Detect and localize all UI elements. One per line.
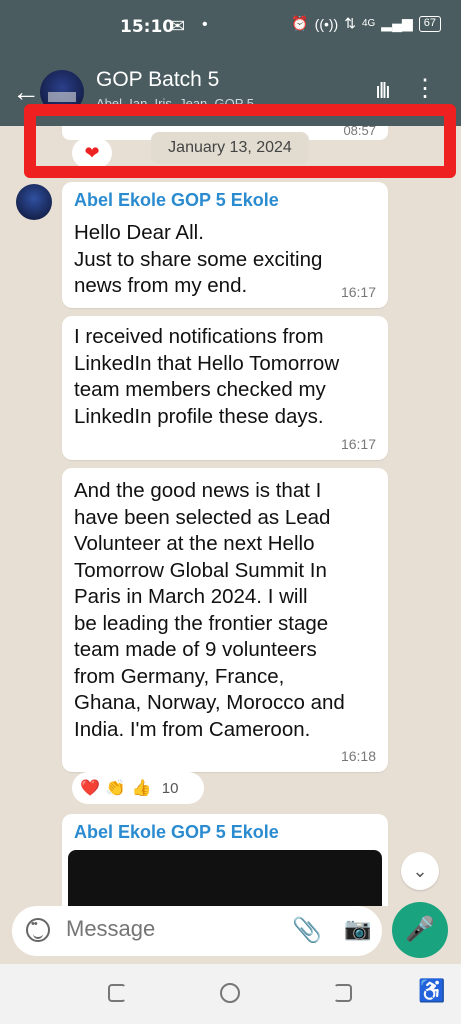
reaction-count: 10 [161,779,179,797]
alarm-icon: ⏰ [291,15,309,31]
accessibility-icon[interactable]: ♿ [418,978,445,1004]
red-highlight-box [24,104,456,178]
microphone-icon: 🎤 [405,916,435,943]
status-time: 15:10 [120,17,175,37]
voice-chat-icon[interactable]: ıllı [375,78,391,104]
signal-icon: ▂▄▆ [381,15,413,31]
back-icon[interactable] [334,984,352,1002]
scroll-down-button[interactable]: ⌄ [401,852,439,890]
notification-dot-icon: • [202,16,208,33]
status-bar: 15:10 ✉ • ⏰ ((•)) ⇅ 4G ▂▄▆ 67 [0,0,461,56]
media-attachment[interactable] [68,850,382,906]
message-text: And the good news is that I have been se… [74,479,345,741]
data-transfer-icon: ⇅ [344,15,356,31]
status-icons: ⏰ ((•)) ⇅ 4G ▂▄▆ 67 [291,15,441,32]
hotspot-icon: ((•)) [314,15,339,32]
camera-icon[interactable]: 📷 [344,916,371,942]
network-type: 4G [361,18,376,29]
heart-reaction-emoji: ❤️ [80,780,100,797]
reactions-bar[interactable]: ❤️ 👏 👍 10 [72,772,204,804]
message-time: 16:18 [340,748,376,764]
sender-name[interactable]: Abel Ekole GOP 5 Ekole [74,190,279,211]
system-navbar: ♿ [0,964,461,1024]
message-bubble[interactable]: Abel Ekole GOP 5 Ekole Hello Dear All. J… [62,182,388,308]
message-input[interactable] [66,916,266,942]
message-time: 16:17 [340,436,376,452]
message-bubble[interactable]: And the good news is that I have been se… [62,468,388,772]
sender-name[interactable]: Abel Ekole GOP 5 Ekole [74,822,279,843]
message-text: Hello Dear All. Just to share some excit… [74,221,323,297]
message-text: I received notifications from LinkedIn t… [74,325,340,428]
chat-area[interactable]: 08:57 ❤ January 13, 2024 Abel Ekole GOP … [0,126,461,906]
double-chevron-down-icon: ⌄ [412,861,428,881]
message-time: 16:17 [340,284,376,300]
home-icon[interactable] [220,983,240,1003]
emoji-icon[interactable] [26,918,50,942]
clap-reaction-emoji: 👏 [105,780,126,797]
sender-avatar[interactable] [16,184,52,220]
message-composer: 📎 📷 🎤 [0,902,461,964]
group-name[interactable]: GOP Batch 5 [96,68,219,92]
recent-apps-icon[interactable] [108,984,126,1002]
thumbs-up-reaction-emoji: 👍 [131,780,152,797]
battery-icon: 67 [418,15,441,32]
message-bubble[interactable]: I received notifications from LinkedIn t… [62,316,388,460]
paperclip-icon[interactable]: 📎 [292,916,322,945]
message-input-box[interactable]: 📎 📷 [12,906,382,956]
gmail-icon: ✉ [170,16,186,36]
more-options-icon[interactable]: ⋮ [413,74,437,103]
microphone-button[interactable]: 🎤 [392,902,448,958]
message-bubble[interactable]: Abel Ekole GOP 5 Ekole [62,814,388,906]
